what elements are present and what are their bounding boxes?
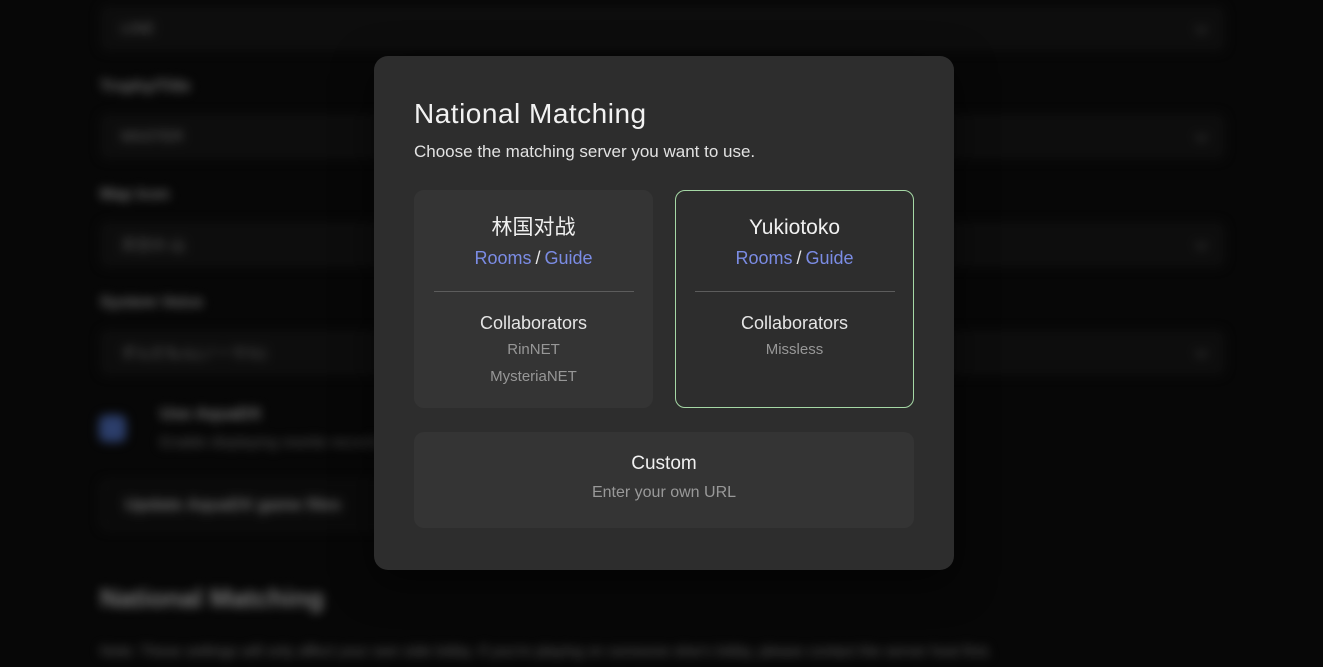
guide-link[interactable]: Guide — [805, 248, 853, 268]
collaborators-heading: Collaborators — [676, 310, 913, 336]
guide-link[interactable]: Guide — [544, 248, 592, 268]
link-separator: / — [531, 248, 544, 268]
server-name: 林国对战 — [415, 213, 652, 243]
custom-card-title: Custom — [414, 450, 914, 478]
collaborator-name: MysteriaNET — [415, 363, 652, 390]
link-separator: / — [792, 248, 805, 268]
server-cards-row: 林国对战 Rooms/Guide Collaborators RinNET My… — [414, 190, 914, 408]
collaborator-name: RinNET — [415, 336, 652, 363]
rooms-link[interactable]: Rooms — [474, 248, 531, 268]
server-card-yukiotoko[interactable]: Yukiotoko Rooms/Guide Collaborators Miss… — [675, 190, 914, 408]
server-links: Rooms/Guide — [676, 245, 913, 271]
server-name: Yukiotoko — [676, 213, 913, 243]
modal-title: National Matching — [414, 96, 914, 132]
national-matching-modal: National Matching Choose the matching se… — [374, 56, 954, 570]
card-divider — [434, 291, 634, 292]
modal-subtitle: Choose the matching server you want to u… — [414, 140, 914, 164]
server-card-linguo[interactable]: 林国对战 Rooms/Guide Collaborators RinNET My… — [414, 190, 653, 408]
server-links: Rooms/Guide — [415, 245, 652, 271]
collaborator-name: Missless — [676, 336, 913, 363]
rooms-link[interactable]: Rooms — [735, 248, 792, 268]
card-divider — [695, 291, 895, 292]
custom-server-card[interactable]: Custom Enter your own URL — [414, 432, 914, 528]
collaborators-heading: Collaborators — [415, 310, 652, 336]
screen: LINE Trophy/Title MASTER Map Icon 天空の 山 … — [0, 0, 1323, 667]
custom-card-subtitle: Enter your own URL — [414, 480, 914, 506]
